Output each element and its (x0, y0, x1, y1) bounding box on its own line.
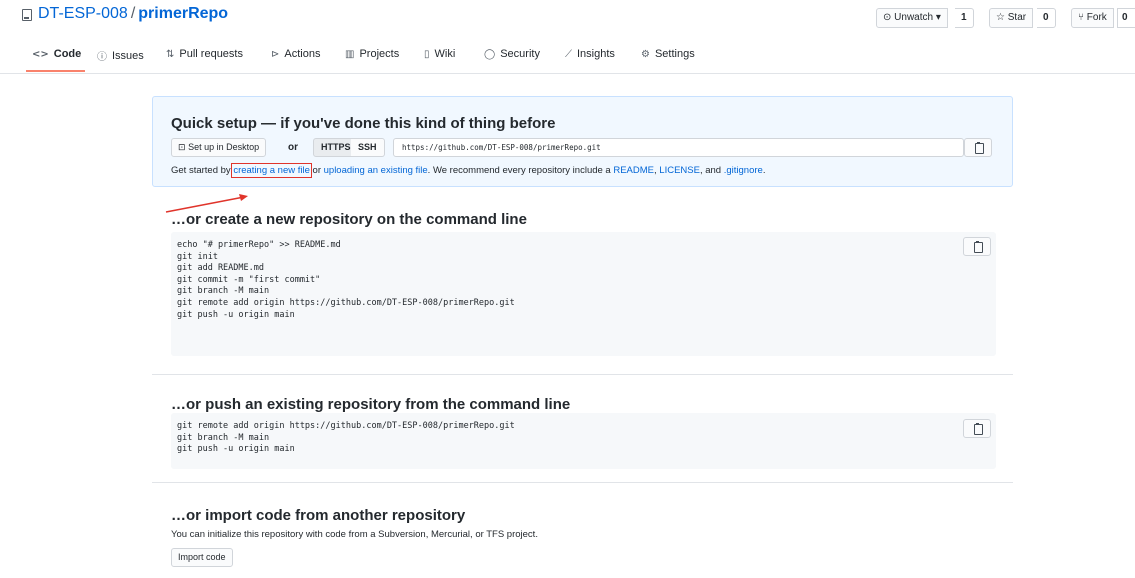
shield-icon: ◯ (484, 48, 496, 60)
repo-name-link[interactable]: primerRepo (138, 5, 228, 22)
star-button[interactable]: ☆ Star (989, 8, 1034, 28)
upload-file-link[interactable]: uploading an existing file (324, 165, 428, 176)
repo-header: DT-ESP-008/primerRepo ⊙ Unwatch ▾ 1 ☆ St… (0, 0, 1135, 30)
ssh-toggle[interactable]: SSH (351, 138, 385, 157)
push-existing-code-box: git remote add origin https://github.com… (171, 413, 996, 469)
tab-label: Code (53, 48, 82, 60)
unwatch-label: Unwatch ▾ (894, 12, 941, 23)
quick-setup-title: Quick setup — if you've done this kind o… (171, 115, 556, 132)
new-repo-title: …or create a new repository on the comma… (171, 211, 527, 228)
push-existing-title: …or push an existing repository from the… (171, 396, 571, 413)
tab-insights[interactable]: ⟋ Insights (565, 48, 615, 60)
tab-projects[interactable]: ▥ Projects (345, 48, 399, 60)
fork-label: Fork (1086, 12, 1107, 23)
new-repo-code-box: echo "# primerRepo" >> README.md git ini… (171, 232, 996, 356)
desktop-icon: ⊡ (178, 143, 186, 153)
import-code-button[interactable]: Import code (171, 548, 233, 567)
gear-icon: ⚙ (641, 48, 650, 60)
book-icon: ▯ (424, 48, 430, 60)
repo-owner-link[interactable]: DT-ESP-008 (38, 5, 128, 22)
push-existing-section: …or push an existing repository from the… (152, 375, 1013, 483)
fork-button[interactable]: ⑂ Fork (1071, 8, 1114, 28)
tab-label: Projects (359, 48, 400, 60)
setup-desktop-label: Set up in Desktop (188, 142, 260, 152)
tab-issues[interactable]: ⓘ Issues (97, 48, 144, 64)
issue-icon: ⓘ (97, 52, 107, 63)
tab-actions[interactable]: ⊳ Actions (271, 48, 320, 60)
copy-push-existing-button[interactable] (963, 419, 991, 438)
tab-label: Actions (284, 48, 321, 60)
repo-nav: <> Code ⓘ Issues ⇅ Pull requests ⊳ Actio… (0, 36, 1135, 74)
eye-icon: ⊙ (883, 12, 892, 23)
tab-label: Insights (577, 48, 615, 60)
code-icon: <> (32, 48, 49, 60)
tab-pull-requests[interactable]: ⇅ Pull requests (166, 48, 243, 60)
repo-separator: / (130, 5, 136, 22)
tab-security[interactable]: ◯ Security (484, 48, 540, 60)
repo-title: DT-ESP-008/primerRepo (38, 5, 228, 23)
gitignore-link[interactable]: .gitignore (724, 165, 763, 176)
tab-label: Wiki (434, 48, 456, 60)
tab-settings[interactable]: ⚙ Settings (641, 48, 695, 60)
graph-icon: ⟋ (565, 48, 572, 60)
play-icon: ⊳ (271, 48, 280, 60)
import-title: …or import code from another repository (171, 507, 466, 524)
push-existing-code[interactable]: git remote add origin https://github.com… (177, 421, 515, 456)
star-count[interactable]: 0 (1037, 8, 1056, 28)
pull-request-icon: ⇅ (166, 48, 175, 60)
clone-url-input[interactable]: https://github.com/DT-ESP-008/primerRepo… (393, 138, 964, 157)
readme-link[interactable]: README (613, 165, 654, 176)
project-icon: ▥ (345, 48, 355, 60)
star-label: Star (1007, 12, 1027, 23)
license-link[interactable]: LICENSE (659, 165, 700, 176)
recommend-text: . We recommend every repository include … (427, 165, 614, 176)
and-text: , and (699, 165, 724, 176)
tab-label: Settings (654, 48, 695, 60)
tab-wiki[interactable]: ▯ Wiki (424, 48, 455, 60)
import-section: …or import code from another repository … (152, 483, 1013, 578)
tab-label: Pull requests (179, 48, 243, 60)
fork-count[interactable]: 0 (1117, 8, 1135, 28)
tab-label: Issues (112, 49, 144, 62)
repo-icon (22, 9, 32, 21)
new-repo-section: …or create a new repository on the comma… (152, 187, 1013, 375)
tab-code[interactable]: <> Code (25, 48, 86, 72)
tab-label: Security (500, 48, 540, 60)
setup-desktop-button[interactable]: ⊡ Set up in Desktop (171, 138, 267, 157)
star-icon: ☆ (996, 12, 1005, 23)
or-label: or (288, 142, 298, 153)
period-text: . (762, 165, 766, 176)
unwatch-button[interactable]: ⊙ Unwatch ▾ (876, 8, 948, 28)
watch-count[interactable]: 1 (955, 8, 974, 28)
or-text: or (309, 165, 324, 176)
copy-new-repo-button[interactable] (963, 237, 991, 256)
new-repo-code[interactable]: echo "# primerRepo" >> README.md git ini… (177, 240, 515, 321)
quick-setup-box: Quick setup — if you've done this kind o… (152, 96, 1013, 187)
fork-icon: ⑂ (1078, 12, 1084, 23)
copy-url-button[interactable] (964, 138, 992, 157)
import-description: You can initialize this repository with … (171, 529, 538, 540)
